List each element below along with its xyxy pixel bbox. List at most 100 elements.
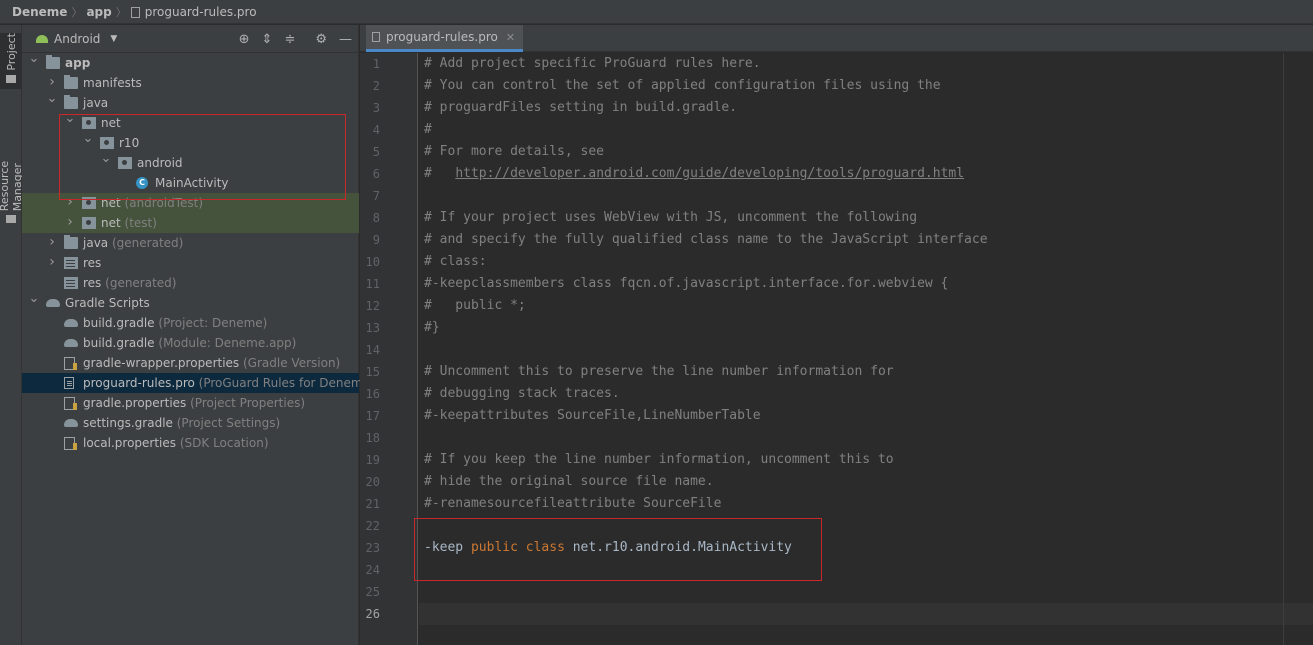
code-line: #-keepattributes SourceFile,LineNumberTa… [424,408,761,423]
tree-item[interactable]: ⌄ net [22,111,359,133]
gradle-icon [64,417,78,429]
locate-icon[interactable]: ⊕ [239,32,250,47]
line-number: 5 [372,145,380,159]
tree-item-label: build.gradle (Project: Deneme) [83,313,267,333]
chevron-right-icon[interactable]: › [46,232,58,252]
tab-proguard-rules[interactable]: proguard-rules.pro ✕ [366,25,524,52]
code-line: # If you keep the line number informatio… [424,452,894,467]
file-icon [372,32,380,42]
chevron-down-icon[interactable]: ⌄ [100,149,112,169]
expand-all-icon[interactable]: ⇕ [262,32,273,47]
tree-item[interactable]: settings.gradle (Project Settings) [22,413,359,433]
file-icon [130,7,140,18]
gear-icon[interactable]: ⚙ [315,32,327,47]
tree-item[interactable]: proguard-rules.pro (ProGuard Rules for D… [22,373,401,393]
tree-item[interactable]: res (generated) [22,273,359,293]
tree-item[interactable]: › net (test) [22,213,359,233]
properties-icon [64,397,77,410]
line-number: 24 [365,563,380,577]
tree-item[interactable]: build.gradle (Module: Deneme.app) [22,333,359,353]
generated-folder-icon [64,235,78,249]
chevron-right-icon[interactable]: › [64,212,76,232]
package-icon [118,157,132,169]
tree-item-label: android [137,153,183,173]
code-line: # public *; [424,298,526,313]
tree-item[interactable]: › java (generated) [22,233,359,253]
tree-item-name: net [101,196,121,210]
code-line: # and specify the fully qualified class … [424,232,988,247]
folder-icon [6,74,16,83]
tree-item-name: java [83,236,109,250]
line-number: 6 [372,167,380,181]
code-line: # Add project specific ProGuard rules he… [424,56,761,71]
tree-item-name: proguard-rules.pro [83,376,195,390]
editor-tab-bar: proguard-rules.pro ✕ [360,25,1313,52]
code-line: # http://developer.android.com/guide/dev… [424,166,965,181]
package-icon [100,137,114,149]
breadcrumb-file[interactable]: proguard-rules.pro [145,5,257,19]
code-editor[interactable]: # Add project specific ProGuard rules he… [419,53,1313,645]
tool-tab-project-label: Project [4,33,18,71]
chevron-down-icon[interactable]: ⌄ [28,49,40,69]
tree-item[interactable]: build.gradle (Project: Deneme) [22,313,359,333]
tree-item[interactable]: C MainActivity [22,173,359,193]
tree-item-label: java (generated) [83,233,183,253]
chevron-right-icon: 〉 [71,5,83,19]
breadcrumb-project[interactable]: Deneme [12,5,67,19]
file-icon [64,377,74,389]
line-number: 25 [365,585,380,599]
tree-item[interactable]: ⌄ android [22,151,359,173]
collapse-all-icon[interactable]: ≑ [284,32,295,47]
tree-item[interactable]: ⌄ app [22,51,359,73]
close-icon[interactable]: ✕ [506,31,515,44]
package-icon [82,197,96,209]
tree-item[interactable]: › res [22,253,359,273]
tree-item-label: proguard-rules.pro (ProGuard Rules for D… [83,373,401,393]
tree-item[interactable]: ⌄ Gradle Scripts [22,291,359,313]
chevron-right-icon: 〉 [115,5,127,19]
line-number: 19 [365,453,380,467]
line-number: 20 [365,475,380,489]
tool-tab-project[interactable]: Project [0,33,22,89]
code-line: # class: [424,254,487,269]
module-folder-icon [46,55,60,69]
tree-item[interactable]: local.properties (SDK Location) [22,433,359,453]
line-number: 14 [365,343,380,357]
tree-item[interactable]: › net (androidTest) [22,193,359,213]
tree-item-label: Gradle Scripts [65,293,150,313]
line-number: 2 [372,79,380,93]
line-number: 3 [372,101,380,115]
code-link[interactable]: http://developer.android.com/guide/devel… [455,166,964,181]
code-line: # You can control the set of applied con… [424,78,941,93]
android-icon [36,34,48,43]
tree-item-label: gradle-wrapper.properties (Gradle Versio… [83,353,340,373]
project-view-selector[interactable]: Android [54,32,100,46]
code-line: #} [424,320,440,335]
breadcrumb-module[interactable]: app [86,5,111,19]
line-number: 23 [365,541,380,555]
chevron-down-icon[interactable]: ⌄ [82,129,94,149]
chevron-down-icon[interactable]: ⌄ [64,109,76,129]
tree-item[interactable]: ⌄ r10 [22,131,359,153]
code-line: # proguardFiles setting in build.gradle. [424,100,738,115]
chevron-right-icon[interactable]: › [46,252,58,272]
tree-item-label: r10 [119,133,139,153]
tree-item-name: net [101,216,121,230]
project-tree: ⌄ app › manifests ⌄ java ⌄ net ⌄ r10 ⌄ android C Main… [22,51,401,453]
chevron-down-icon[interactable]: ⌄ [46,89,58,109]
chevron-down-icon[interactable]: ⌄ [28,289,40,309]
tool-tab-resource-manager[interactable]: Resource Manager [0,113,24,223]
package-icon [82,117,96,129]
line-number: 16 [365,387,380,401]
code-line: # Uncomment this to preserve the line nu… [424,364,894,379]
tree-item-name: MainActivity [155,176,229,190]
line-number: 4 [372,123,380,137]
minimize-icon[interactable]: — [339,32,352,47]
tree-item[interactable]: gradle-wrapper.properties (Gradle Versio… [22,353,359,373]
tree-item[interactable]: › manifests [22,73,359,93]
chevron-down-icon[interactable]: ▼ [110,34,117,44]
line-number: 13 [365,321,380,335]
tree-item[interactable]: gradle.properties (Project Properties) [22,393,359,413]
code-line: #-keepclassmembers class fqcn.of.javascr… [424,276,949,291]
chevron-right-icon[interactable]: › [64,192,76,212]
